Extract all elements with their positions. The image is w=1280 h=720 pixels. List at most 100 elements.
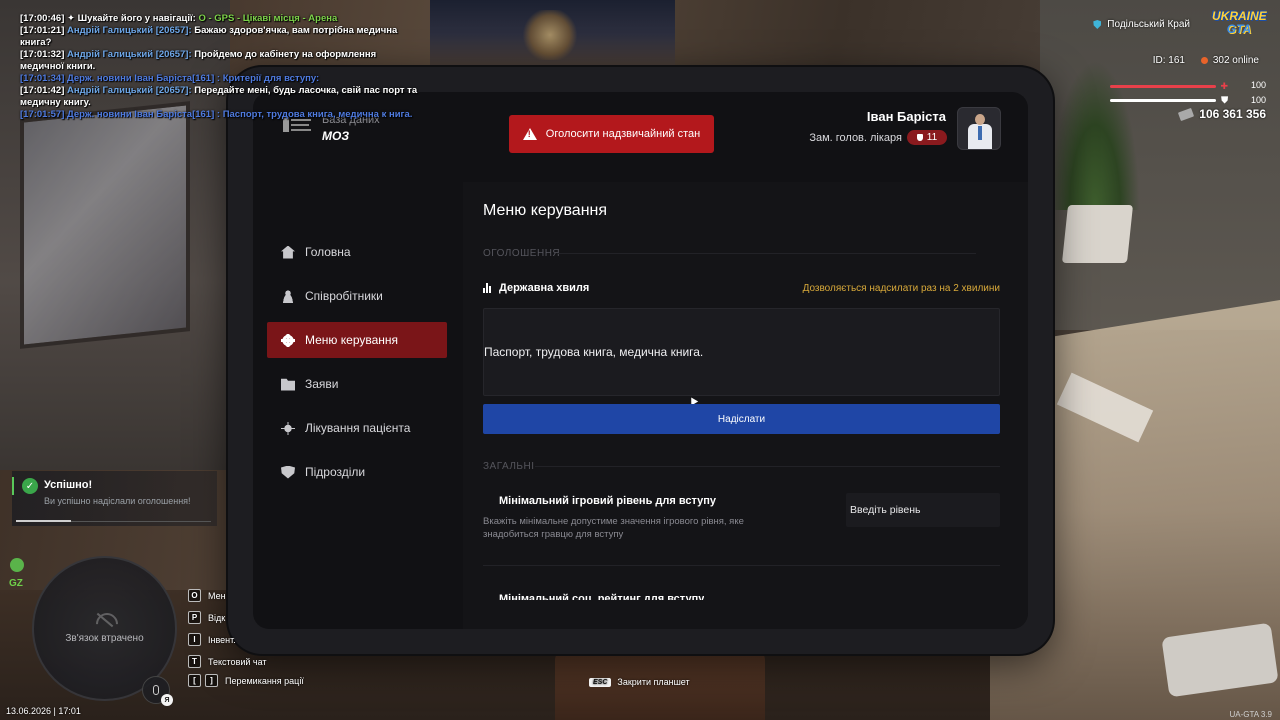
user-name: Іван Баріста (866, 109, 946, 124)
divider (483, 565, 1000, 566)
declare-emergency-label: Оголосити надзвичайний стан (545, 128, 701, 140)
greenzone-label: GZ (9, 578, 23, 589)
chat-log: [17:00:46] ✦ Шукайте його у навігації: O… (20, 13, 420, 121)
no-signal-icon (96, 613, 114, 627)
key-cap: [ (188, 674, 201, 687)
sidebar-item-label: Співробітники (305, 289, 383, 303)
key-cap: T (188, 655, 201, 668)
bar-chart-icon (483, 283, 493, 293)
keybind-label: Мен (208, 590, 226, 601)
money-display: 106 361 356 (1178, 107, 1266, 121)
player-id: ID: 161 (1152, 55, 1185, 66)
state-wave-label: Державна хвиля (499, 282, 590, 294)
sidebar-item-label: Лікування пацієнта (305, 421, 411, 435)
chat-sender: Андрій Галицький [20657]: (64, 85, 192, 96)
cash-icon (1178, 107, 1195, 121)
key-cap: ] (205, 674, 218, 687)
divider (535, 466, 1000, 467)
chat-sender: Андрій Галицький [20657]: (64, 49, 192, 60)
online-dot-icon (1200, 57, 1208, 64)
rate-limit-note: Дозволяється надсилати раз на 2 хвилини (802, 283, 1000, 294)
region-indicator: Подільський Край (1093, 19, 1190, 30)
warning-icon (522, 128, 537, 140)
chat-time: [17:01:42] (20, 85, 65, 96)
plant-pot (1061, 205, 1134, 263)
keybind-label: Інвент. (208, 634, 236, 645)
keybind-label: Відк (208, 612, 226, 623)
keybind-open: P Відк (188, 611, 225, 624)
armor-shield-icon: ⛊ (1221, 95, 1228, 105)
check-icon: ✓ (22, 478, 38, 494)
chat-line: [17:01:21] Андрій Галицький [20657]: Баж… (20, 25, 420, 49)
region-name: Подільський Край (1107, 19, 1190, 30)
chat-prefix: ✦ (64, 13, 78, 24)
chat-line: [17:01:57] Держ. новини Іван Баріста[161… (20, 109, 413, 120)
sidebar-item-home[interactable]: Головна (267, 234, 447, 270)
chat-line: [17:01:32] Андрій Галицький [20657]: Про… (20, 49, 420, 73)
potted-plant (1050, 60, 1140, 210)
organization-name: МОЗ (322, 129, 350, 143)
sidebar-item-applications[interactable]: Заяви (267, 366, 447, 402)
chat-line: [17:00:46] ✦ Шукайте його у навігації: O… (20, 13, 420, 25)
rank-shield-icon (916, 134, 923, 141)
announcement-textarea[interactable]: Паспорт, трудова книга, медична книга. (483, 308, 1000, 396)
toast-progress-bar (16, 520, 71, 522)
min-rating-title: Мінімальний соц. рейтинг для вступу (499, 593, 705, 600)
user-rank: Зам. голов. лікаря (809, 132, 902, 144)
chat-sender: Андрій Галицький [20657]: (64, 25, 192, 36)
sidebar-item-divisions[interactable]: Підрозділи (267, 454, 447, 490)
sidebar-item-control-menu[interactable]: Меню керування (267, 322, 447, 358)
state-wave-title: Державна хвиля (483, 282, 589, 294)
keybind-label: Перемикання рації (225, 675, 304, 686)
keybind-radio-switch: [ ] Перемикання рації (188, 674, 304, 687)
avatar[interactable] (957, 107, 1001, 150)
region-shield-icon (1093, 20, 1102, 29)
shield-icon (281, 465, 295, 479)
sidebar-item-employees[interactable]: Співробітники (267, 278, 447, 314)
min-level-input[interactable] (846, 493, 1000, 527)
keybind-menu: O Мен (188, 589, 226, 602)
chat-text: Шукайте його у навігації: (77, 13, 199, 24)
chat-highlight: O - GPS - Цікаві місця - Арена (198, 13, 338, 24)
esc-key: ESC (589, 677, 612, 687)
page-title: Меню керування (483, 202, 608, 219)
section-label-announcements: ОГОЛОШЕННЯ (483, 248, 561, 259)
sidebar-item-label: Меню керування (305, 333, 399, 347)
min-level-title: Мінімальний ігровий рівень для вступу (499, 495, 716, 507)
window-view (430, 0, 675, 68)
key-cap: I (188, 633, 201, 646)
health-bar (1110, 85, 1216, 88)
game-logo: UKRAINE GTA (1212, 10, 1267, 42)
divider (558, 253, 976, 254)
wall-painting (20, 101, 190, 349)
close-tablet-label: Закрити планшет (617, 677, 690, 687)
home-icon (281, 245, 295, 259)
money-value: 106 361 356 (1199, 107, 1266, 121)
online-count: 302 online (1200, 55, 1259, 66)
virus-icon (281, 421, 295, 435)
game-version: UA-GTA 3.9 (1229, 710, 1272, 719)
section-label-general: ЗАГАЛЬНІ (483, 461, 535, 472)
microphone-icon (153, 685, 159, 695)
min-level-description: Вкажіть мінімальне допустиме значення іг… (483, 516, 744, 540)
rank-level: 11 (926, 132, 938, 143)
keybind-text-chat: T Текстовий чат (188, 655, 267, 668)
toast-title: Успішно! (44, 479, 93, 491)
sidebar-item-label: Головна (305, 245, 351, 259)
chat-line: [17:01:34] Держ. новини Іван Баріста[161… (20, 73, 320, 84)
armor-bar (1110, 99, 1216, 102)
declare-emergency-button[interactable]: Оголосити надзвичайний стан (509, 115, 714, 153)
tablet-screen: База даних МОЗ Оголосити надзвичайний ст… (253, 92, 1028, 629)
toast-accent (12, 477, 14, 495)
close-tablet-hint[interactable]: ESC Закрити планшет (589, 677, 690, 687)
chat-time: [17:00:46] (20, 13, 65, 24)
toast-message: Ви успішно надіслали оголошення! (44, 496, 191, 506)
greenzone-shield-icon (10, 558, 24, 572)
sidebar-item-patient-treatment[interactable]: Лікування пацієнта (267, 410, 447, 446)
sidebar-nav: Головна Співробітники Меню керування Зая… (267, 234, 447, 498)
keybind-label: Текстовий чат (208, 656, 267, 667)
send-button[interactable]: Надіслати (483, 404, 1000, 434)
date-time: 13.06.2026 | 17:01 (6, 706, 81, 716)
folder-icon (281, 378, 295, 391)
logo-line-2: GTA (1226, 22, 1252, 36)
